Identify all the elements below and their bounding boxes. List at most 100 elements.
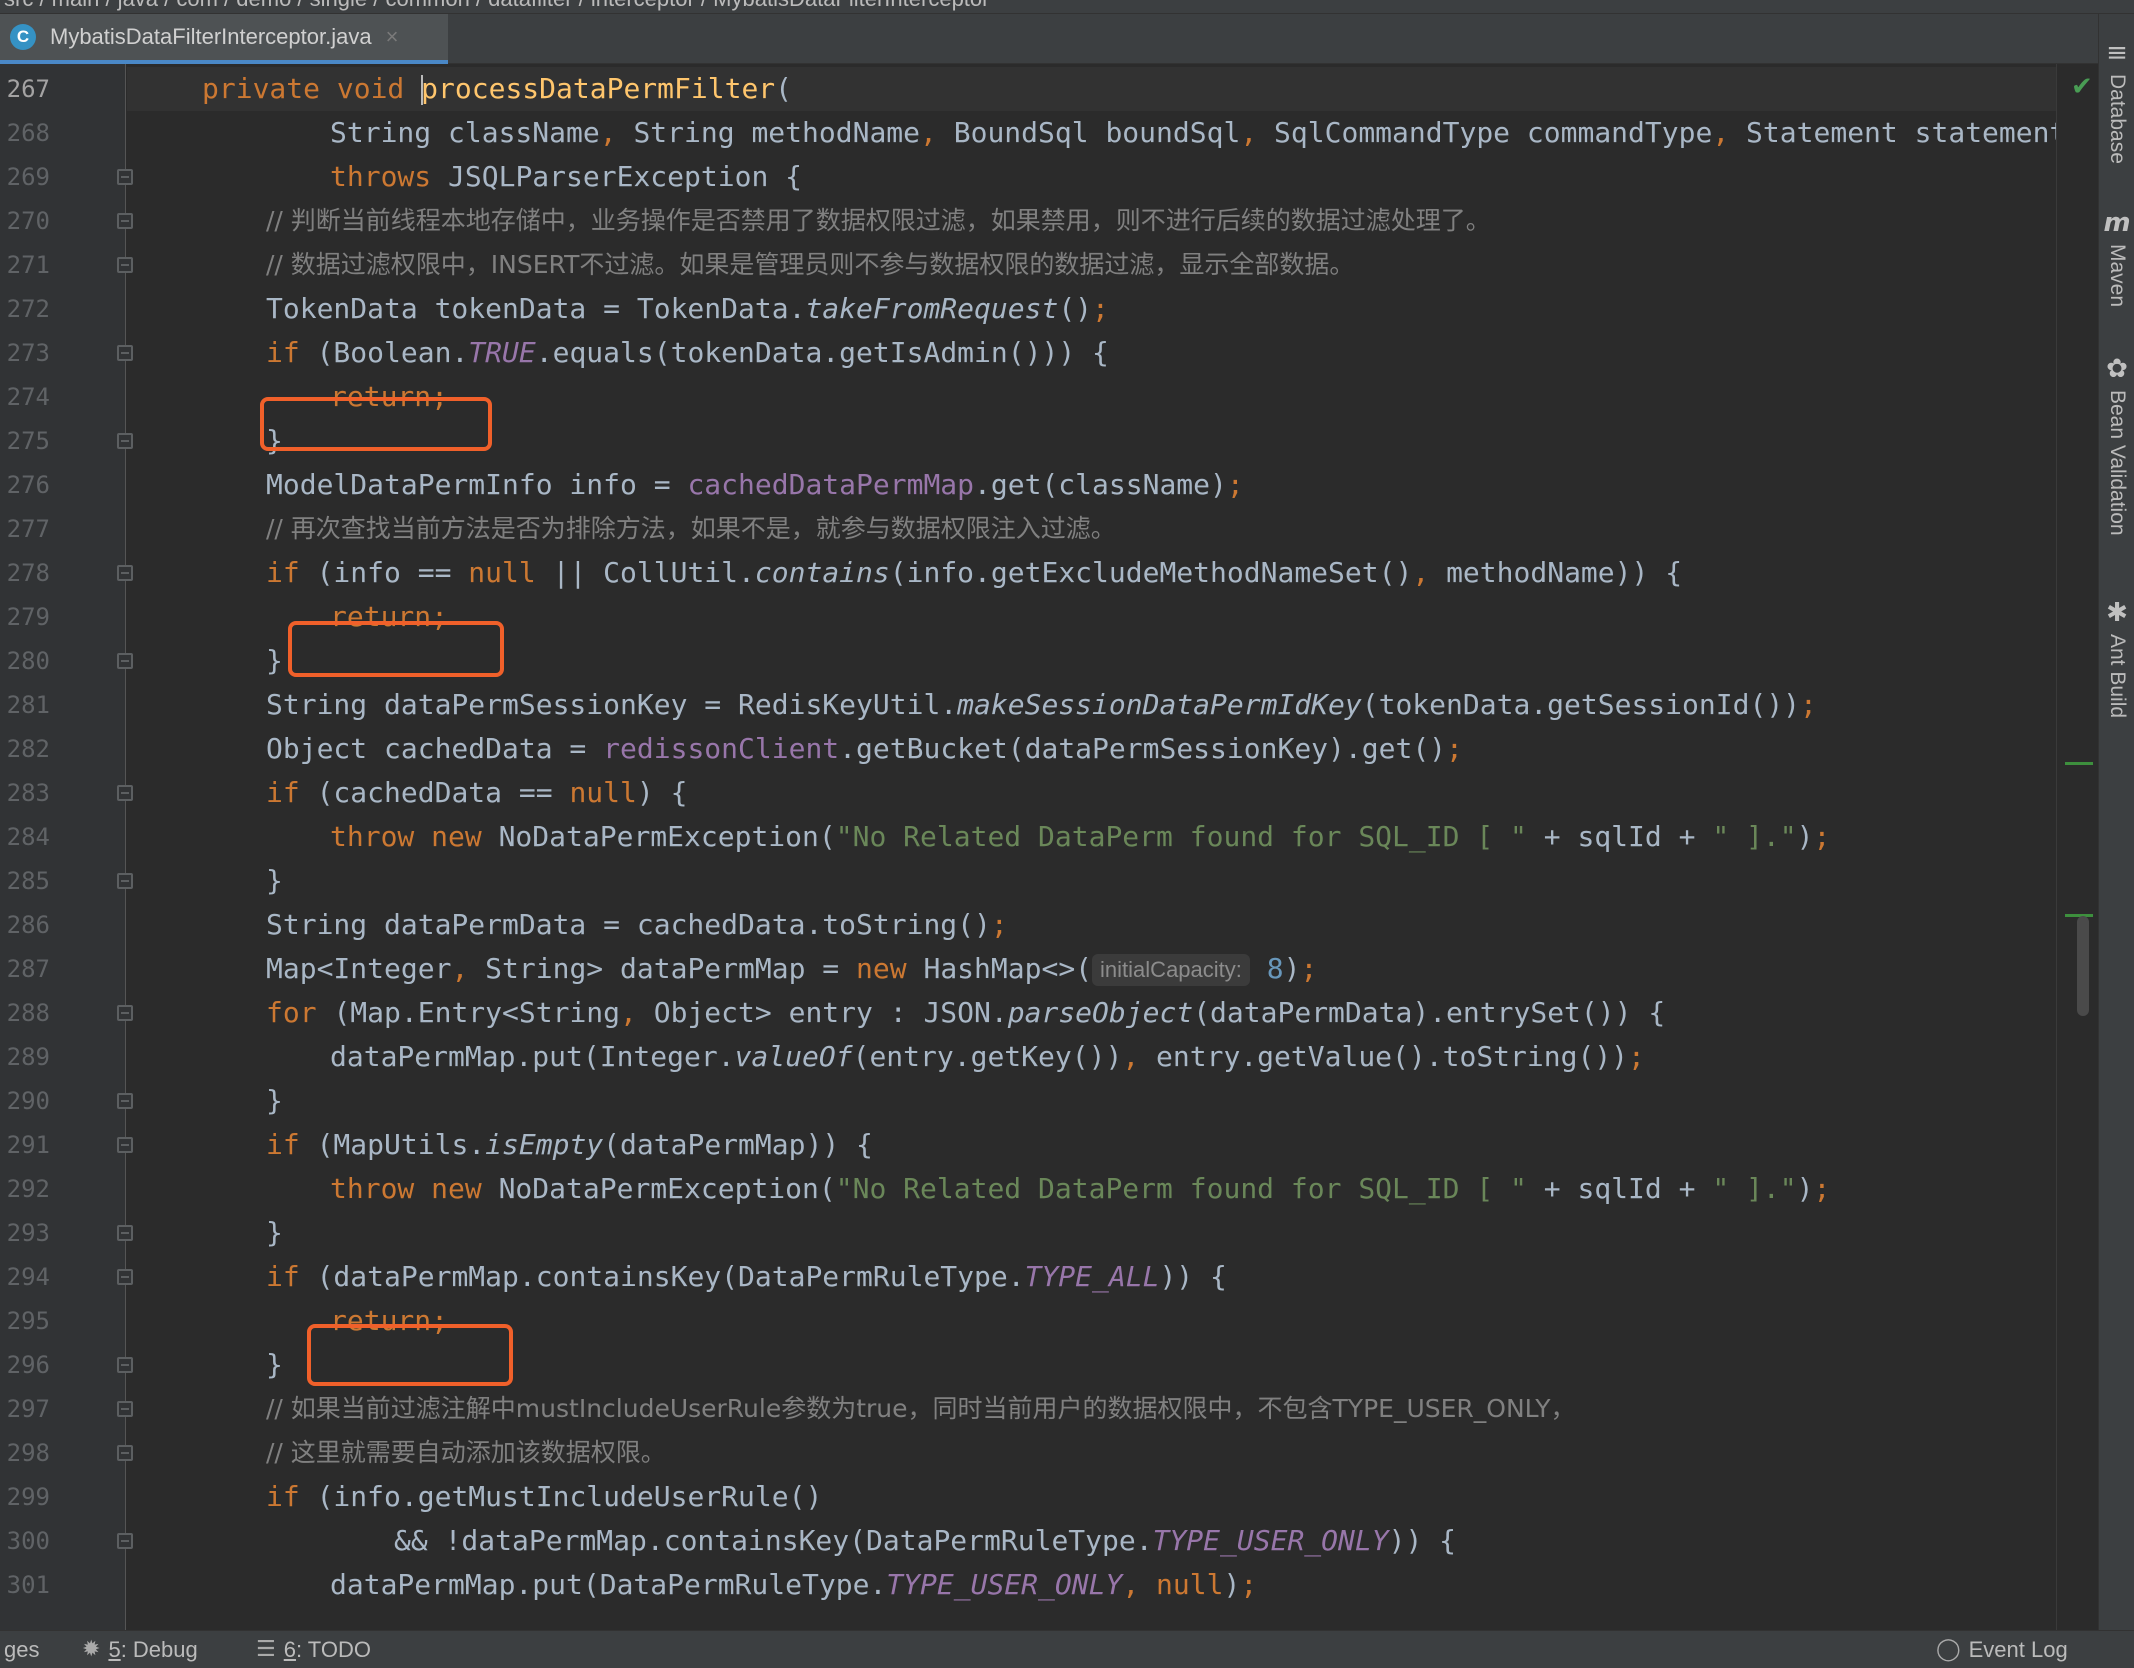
line-number: 272	[6, 295, 50, 323]
todo-tool-button[interactable]: ☰ 6: TODO	[256, 1631, 371, 1668]
line-number: 267	[6, 75, 50, 103]
code-line: private void processDataPermFilter(	[202, 72, 793, 105]
line-number: 292	[6, 1175, 50, 1203]
todo-label: : TODO	[295, 1637, 371, 1662]
code-line: }	[266, 644, 283, 677]
line-number: 278	[6, 559, 50, 587]
return-highlight-box	[260, 397, 492, 451]
changes-tool-button[interactable]: ges	[4, 1631, 39, 1668]
fold-marker-icon[interactable]	[117, 1225, 133, 1241]
code-comment: // 再次查找当前方法是否为排除方法，如果不是，就参与数据权限注入过滤。	[266, 514, 1116, 543]
fold-marker-icon[interactable]	[117, 1401, 133, 1417]
code-line: String dataPermData = cachedData.toStrin…	[266, 908, 1008, 941]
scrollbar-thumb[interactable]	[2077, 916, 2089, 1016]
line-number: 287	[6, 955, 50, 983]
code-line: String className, String methodName, Bou…	[330, 116, 2060, 149]
fold-marker-icon[interactable]	[117, 873, 133, 889]
fold-marker-icon[interactable]	[117, 1445, 133, 1461]
fold-marker-icon[interactable]	[117, 345, 133, 361]
debug-tool-button[interactable]: ✹ 5: Debug	[82, 1631, 198, 1668]
tool-ant-build[interactable]: ✱ Ant Build	[2099, 598, 2134, 718]
code-line: }	[266, 1084, 283, 1117]
code-comment: // 数据过滤权限中，INSERT不过滤。如果是管理员则不参与数据权限的数据过滤…	[266, 250, 1355, 279]
close-icon[interactable]: ×	[386, 24, 399, 50]
tab-label: MybatisDataFilterInterceptor.java	[50, 24, 372, 49]
line-number: 293	[6, 1219, 50, 1247]
line-number: 297	[6, 1395, 50, 1423]
event-log-icon: ◯	[1936, 1637, 1961, 1662]
line-number: 276	[6, 471, 50, 499]
debug-label: : Debug	[120, 1637, 198, 1662]
code-line: dataPermMap.put(Integer.valueOf(entry.ge…	[330, 1040, 1645, 1073]
code-line: if (MapUtils.isEmpty(dataPermMap)) {	[266, 1128, 873, 1161]
code-line: TokenData tokenData = TokenData.takeFrom…	[266, 292, 1109, 325]
code-line: if (dataPermMap.containsKey(DataPermRule…	[266, 1260, 1227, 1293]
fold-marker-icon[interactable]	[117, 1093, 133, 1109]
fold-marker-icon[interactable]	[117, 1005, 133, 1021]
fold-marker-icon[interactable]	[117, 785, 133, 801]
line-number: 285	[6, 867, 50, 895]
parameter-hint: initialCapacity:	[1092, 954, 1250, 986]
line-number: 301	[6, 1571, 50, 1599]
return-highlight-box	[307, 1324, 513, 1386]
code-line: if (cachedData == null) {	[266, 776, 688, 809]
line-number: 268	[6, 119, 50, 147]
bean-validation-icon: ✿	[2106, 354, 2128, 384]
editor-tab-bar: C MybatisDataFilterInterceptor.java ×	[0, 14, 2098, 64]
code-line: for (Map.Entry<String, Object> entry : J…	[266, 996, 1666, 1029]
todo-shortcut: 6	[283, 1637, 296, 1662]
tab-mybatis-data-filter-interceptor[interactable]: C MybatisDataFilterInterceptor.java ×	[0, 14, 448, 64]
fold-marker-icon[interactable]	[117, 653, 133, 669]
tool-database-label: Database	[2106, 74, 2129, 164]
line-number: 277	[6, 515, 50, 543]
line-number: 298	[6, 1439, 50, 1467]
tool-bean-validation[interactable]: ✿ Bean Validation	[2099, 354, 2134, 536]
fold-marker-icon[interactable]	[117, 1533, 133, 1549]
code-line: ModelDataPermInfo info = cachedDataPermM…	[266, 468, 1244, 501]
line-number: 294	[6, 1263, 50, 1291]
line-number: 295	[6, 1307, 50, 1335]
tool-ant-build-label: Ant Build	[2106, 634, 2129, 719]
java-class-icon: C	[10, 24, 36, 50]
fold-marker-icon[interactable]	[117, 213, 133, 229]
fold-marker-icon[interactable]	[117, 1269, 133, 1285]
bug-icon: ✹	[82, 1637, 101, 1662]
tool-database[interactable]: ≡ Database	[2099, 38, 2134, 164]
breadcrumb: src / main / java / com / demo / single …	[0, 0, 2134, 14]
line-number: 274	[6, 383, 50, 411]
right-tool-strip: ≡ Database m Maven ✿ Bean Validation ✱ A…	[2098, 14, 2134, 1630]
code-line: }	[266, 1348, 283, 1381]
line-number: 286	[6, 911, 50, 939]
debug-shortcut: 5	[108, 1637, 121, 1662]
list-icon: ☰	[256, 1637, 276, 1662]
fold-marker-icon[interactable]	[117, 169, 133, 185]
code-comment: // 如果当前过滤注解中mustIncludeUserRule参数为true，同…	[266, 1394, 1576, 1423]
tool-maven-label: Maven	[2106, 244, 2129, 308]
database-icon: ≡	[2106, 38, 2128, 68]
fold-marker-icon[interactable]	[117, 1357, 133, 1373]
fold-marker-icon[interactable]	[117, 565, 133, 581]
code-line: throw new NoDataPermException("No Relate…	[330, 1172, 1831, 1205]
line-number: 269	[6, 163, 50, 191]
code-line: throw new NoDataPermException("No Relate…	[330, 820, 1831, 853]
return-highlight-box	[288, 621, 504, 677]
line-number: 289	[6, 1043, 50, 1071]
breadcrumb-path[interactable]: src / main / java / com / demo / single …	[4, 0, 989, 12]
maven-icon: m	[2103, 208, 2131, 238]
event-log-button[interactable]: ◯ Event Log	[1936, 1631, 2068, 1668]
code-comment: // 判断当前线程本地存储中，业务操作是否禁用了数据权限过滤，如果禁用，则不进行…	[266, 206, 1491, 235]
fold-marker-icon[interactable]	[117, 1137, 133, 1153]
code-line: Object cachedData = redissonClient.getBu…	[266, 732, 1463, 765]
fold-marker-icon[interactable]	[117, 257, 133, 273]
line-number: 283	[6, 779, 50, 807]
line-number: 296	[6, 1351, 50, 1379]
fold-marker-icon[interactable]	[117, 433, 133, 449]
line-number: 281	[6, 691, 50, 719]
line-number: 273	[6, 339, 50, 367]
code-line: String dataPermSessionKey = RedisKeyUtil…	[266, 688, 1817, 721]
line-number: 270	[6, 207, 50, 235]
code-editor[interactable]: 2662672682692702712722732742752762772782…	[0, 64, 2060, 1630]
scroll-marker-bar[interactable]: ✔	[2056, 64, 2098, 1630]
tool-maven[interactable]: m Maven	[2099, 208, 2134, 307]
code-line: Map<Integer, String> dataPermMap = new H…	[266, 952, 1318, 986]
